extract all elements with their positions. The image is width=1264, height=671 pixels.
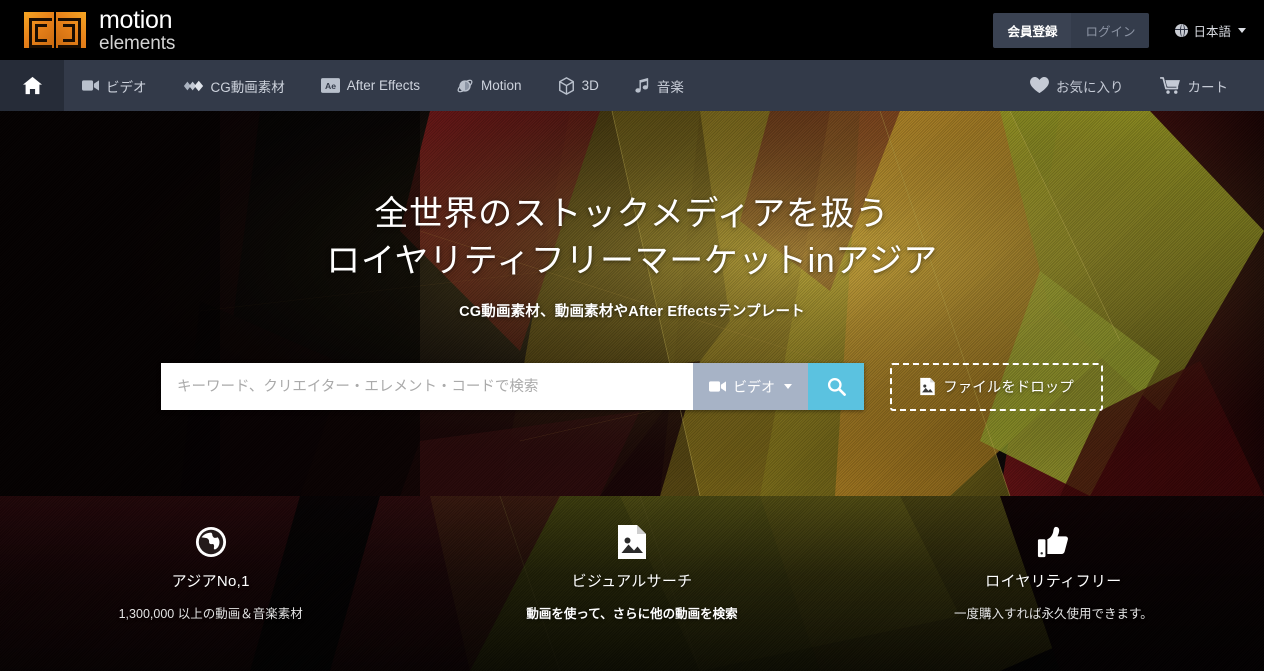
top-bar-actions: 会員登録 ログイン 日本語 (993, 12, 1246, 48)
search-button[interactable] (808, 363, 864, 411)
shopping-cart-icon (1159, 77, 1181, 94)
search-type-label: ビデオ (733, 378, 775, 395)
file-dropzone[interactable]: ファイルをドロップ (890, 362, 1103, 411)
nav-item-after-effects[interactable]: Ae After Effects (303, 60, 438, 111)
features-grid: アジアNo,1 1,300,000 以上の動画＆音楽素材 ビジュアルサーチ 動画… (0, 496, 1264, 622)
search-input[interactable] (161, 363, 693, 411)
motion-elements-squares-logo (24, 12, 86, 48)
nav-secondary-items: お気に入り カート (1012, 60, 1264, 111)
headline-line2: ロイヤリティフリーマーケットinアジア (326, 241, 938, 280)
search-row: ビデオ (0, 362, 1264, 411)
nav-item-label: カート (1187, 79, 1229, 95)
nav-item-3d[interactable]: 3D (540, 60, 617, 111)
motion-orbit-icon (456, 77, 474, 95)
main-nav: ビデオ CG動画素材 Ae After Effects Motion 3D 音楽… (0, 60, 1264, 111)
features-section: アジアNo,1 1,300,000 以上の動画＆音楽素材 ビジュアルサーチ 動画… (0, 496, 1264, 671)
music-note-icon (635, 77, 650, 94)
globe-icon (1175, 23, 1189, 37)
brand-wordmark: motion elements (99, 5, 176, 54)
nav-item-label: 音楽 (656, 79, 684, 95)
nav-item-label: お気に入り (1056, 79, 1124, 95)
feature-description: 1,300,000 以上の動画＆音楽素材 (118, 607, 303, 621)
sidebar-item-home[interactable] (0, 60, 64, 111)
nav-item-video[interactable]: ビデオ (64, 60, 165, 111)
home-icon (22, 76, 43, 95)
dropzone-label: ファイルをドロップ (943, 380, 1074, 397)
video-camera-icon (82, 79, 99, 92)
nav-item-favorites[interactable]: お気に入り (1012, 60, 1142, 111)
nav-primary-items: ビデオ CG動画素材 Ae After Effects Motion 3D 音楽 (64, 60, 702, 111)
nav-item-label: ビデオ (106, 79, 147, 95)
nav-item-label: CG動画素材 (210, 79, 285, 95)
register-button[interactable]: 会員登録 (993, 12, 1072, 48)
nav-item-cart[interactable]: カート (1142, 60, 1247, 111)
chevron-down-icon (784, 384, 792, 390)
after-effects-ae-icon: Ae (320, 78, 340, 93)
top-bar: motion elements 会員登録 ログイン 日本語 (0, 0, 1264, 60)
hero-section: 全世界のストックメディアを扱う ロイヤリティフリーマーケットinアジア CG動画… (0, 111, 1264, 496)
feature-title: ロイヤリティフリー (985, 573, 1122, 590)
feature-card: ビジュアルサーチ 動画を使って、さらに他の動画を検索 (421, 523, 842, 622)
globe-icon (0, 523, 421, 561)
nav-item-label: After Effects (346, 78, 421, 93)
language-selector[interactable]: 日本語 (1175, 21, 1246, 40)
layered-diamonds-icon (183, 79, 204, 93)
nav-item-music[interactable]: 音楽 (617, 60, 702, 111)
hero-content: 全世界のストックメディアを扱う ロイヤリティフリーマーケットinアジア CG動画… (0, 111, 1264, 321)
thumbs-up-icon (843, 523, 1264, 561)
page-root: motion elements 会員登録 ログイン 日本語 ビデオ CG動画素材… (0, 0, 1264, 671)
search-box: ビデオ (161, 363, 864, 411)
feature-description: 一度購入すれば永久使用できます。 (953, 607, 1153, 621)
nav-item-label: Motion (481, 78, 522, 93)
video-camera-icon (709, 380, 726, 393)
feature-card: アジアNo,1 1,300,000 以上の動画＆音楽素材 (0, 523, 421, 622)
search-type-dropdown[interactable]: ビデオ (693, 363, 808, 411)
nav-item-motion[interactable]: Motion (438, 60, 540, 111)
search-icon (827, 377, 846, 397)
image-file-icon (919, 377, 936, 396)
nav-item-label: 3D (581, 78, 599, 93)
brand-logo[interactable]: motion elements (24, 5, 176, 54)
feature-title: アジアNo,1 (171, 573, 250, 590)
language-label: 日本語 (1193, 24, 1231, 39)
nav-item-cg-footage[interactable]: CG動画素材 (165, 60, 303, 111)
heart-icon (1030, 77, 1049, 94)
cube-icon (558, 76, 575, 95)
feature-card: ロイヤリティフリー 一度購入すれば永久使用できます。 (843, 523, 1264, 622)
chevron-down-icon (1238, 27, 1246, 33)
image-file-icon (421, 523, 842, 561)
brand-name-line2: elements (99, 32, 176, 54)
hero-subheadline: CG動画素材、動画素材やAfter Effectsテンプレート (459, 303, 805, 320)
login-button[interactable]: ログイン (1071, 12, 1150, 48)
page-title: 全世界のストックメディアを扱う ロイヤリティフリーマーケットinアジア (0, 191, 1264, 285)
feature-description: 動画を使って、さらに他の動画を検索 (526, 607, 738, 621)
feature-title: ビジュアルサーチ (571, 573, 693, 590)
brand-name-line1: motion (99, 5, 173, 34)
svg-text:Ae: Ae (325, 81, 336, 91)
headline-line1: 全世界のストックメディアを扱う (374, 195, 890, 233)
